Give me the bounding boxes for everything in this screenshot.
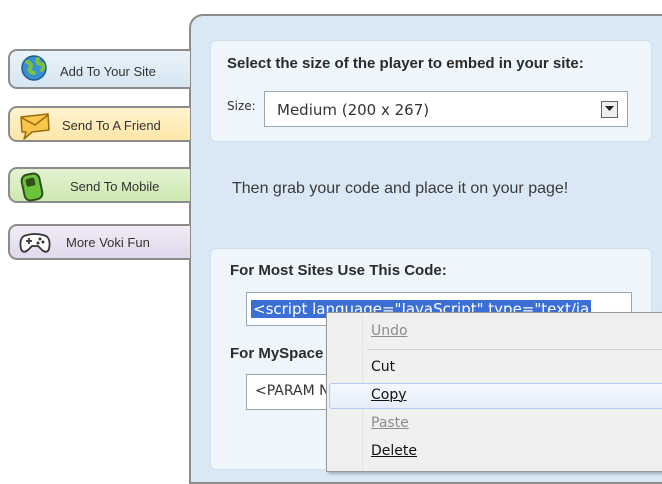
menu-item-label: Paste <box>371 415 409 431</box>
menu-item-label: Undo <box>371 323 408 339</box>
tab-more-voki-fun[interactable]: More Voki Fun <box>8 224 190 260</box>
size-label: Size: <box>227 99 256 113</box>
gamepad-icon <box>18 229 51 255</box>
menu-item-copy[interactable]: Copy <box>327 383 662 409</box>
tab-add-to-your-site[interactable]: Add To Your Site <box>8 49 190 89</box>
menu-item-label: Copy <box>371 387 407 403</box>
tab-send-to-mobile[interactable]: Send To Mobile <box>8 167 190 203</box>
menu-separator <box>367 349 662 350</box>
size-select[interactable]: Medium (200 x 267) <box>264 91 628 127</box>
mobile-phone-icon <box>18 172 48 202</box>
tab-label: Add To Your Site <box>60 64 156 79</box>
menu-item-label: Delete <box>371 443 417 459</box>
myspace-code-text: <PARAM N <box>255 383 330 399</box>
tab-label: Send To A Friend <box>62 118 161 133</box>
menu-item-paste[interactable]: Paste <box>327 411 662 437</box>
menu-item-label: Cut <box>371 359 396 375</box>
menu-item-delete[interactable]: Delete <box>327 439 662 465</box>
tab-send-to-a-friend[interactable]: Send To A Friend <box>8 106 190 142</box>
most-sites-title: For Most Sites Use This Code: <box>230 262 447 279</box>
tab-label: More Voki Fun <box>66 235 150 250</box>
menu-item-undo[interactable]: Undo <box>327 319 662 345</box>
menu-item-cut[interactable]: Cut <box>327 355 662 381</box>
myspace-title: For MySpace <box>230 345 324 362</box>
tab-label: Send To Mobile <box>70 179 160 194</box>
grab-code-instruction: Then grab your code and place it on your… <box>232 180 569 197</box>
size-section-title: Select the size of the player to embed i… <box>227 55 584 72</box>
envelope-icon <box>18 111 50 140</box>
context-menu: Undo Cut Copy Paste Delete <box>326 312 662 472</box>
size-select-value: Medium (200 x 267) <box>277 101 430 119</box>
globe-icon <box>18 54 48 81</box>
dropdown-arrow-icon[interactable] <box>601 101 618 118</box>
